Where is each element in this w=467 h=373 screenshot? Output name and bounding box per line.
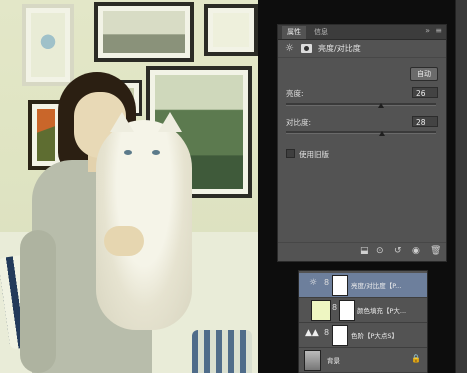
sun-icon[interactable]: ☼ — [285, 43, 294, 54]
layer-mask-thumbnail[interactable] — [332, 325, 348, 346]
white-cat — [96, 112, 192, 330]
legacy-checkbox-label: 使用旧版 — [299, 150, 329, 159]
properties-panel: 属性 信息 » ≡ ☼ 亮度/对比度 自动 亮度: 26 对比度: 28 使用旧… — [277, 24, 447, 262]
blue-pillow — [192, 330, 252, 373]
trash-icon[interactable]: 🗑 — [430, 246, 441, 256]
contrast-slider-thumb[interactable] — [379, 131, 385, 136]
levels-icon: ▲▲ — [305, 328, 319, 338]
panel-footer: ⬓ ⊙ ↺ ◉ 🗑 — [278, 242, 446, 261]
canvas-photo — [0, 0, 258, 373]
brightness-slider[interactable] — [286, 103, 436, 106]
sun-icon: ☼ — [309, 278, 318, 288]
double-chevron-icon[interactable]: » — [425, 26, 430, 35]
brightness-label: 亮度: — [286, 89, 304, 98]
visibility-eye-icon[interactable]: ◉ — [412, 246, 420, 256]
brightness-slider-thumb[interactable] — [377, 103, 384, 108]
contrast-slider[interactable] — [286, 131, 436, 134]
auto-button[interactable]: 自动 — [410, 67, 438, 81]
layer-name: 色阶【P大点S】 — [351, 332, 399, 340]
panel-tabs: 属性 信息 » ≡ — [278, 25, 446, 40]
legacy-checkbox[interactable] — [286, 149, 295, 158]
layer-row[interactable]: 8 颜色填充【P大... — [299, 298, 427, 323]
adjustment-header: ☼ 亮度/对比度 — [278, 40, 446, 58]
layer-mask-thumbnail[interactable] — [339, 300, 355, 321]
tab-info[interactable]: 信息 — [309, 26, 333, 39]
mask-icon[interactable] — [301, 44, 312, 53]
layer-row[interactable]: 背景 🔒 — [299, 348, 427, 373]
lock-icon: 🔒 — [411, 354, 421, 363]
layers-panel: ☼ 8 亮度/对比度【P... 8 颜色填充【P大... ▲▲ 8 色阶【P大点… — [298, 270, 428, 373]
layer-name: 背景 — [327, 357, 340, 365]
wall-frame — [204, 4, 258, 56]
tab-properties[interactable]: 属性 — [282, 26, 306, 39]
view-previous-icon[interactable]: ⊙ — [376, 246, 384, 256]
background-thumbnail[interactable] — [304, 350, 321, 371]
adjustment-title: 亮度/对比度 — [318, 44, 361, 53]
fill-color-swatch[interactable] — [311, 300, 331, 321]
contrast-input[interactable]: 28 — [412, 116, 438, 127]
layer-row[interactable]: ☼ 8 亮度/对比度【P... — [299, 273, 427, 298]
wall-frame — [22, 4, 74, 86]
layer-name: 亮度/对比度【P... — [351, 282, 402, 290]
hand — [104, 226, 144, 256]
reset-icon[interactable]: ↺ — [394, 246, 402, 256]
layer-name: 颜色填充【P大... — [357, 307, 407, 315]
layer-mask-thumbnail[interactable] — [332, 275, 348, 296]
menu-icon[interactable]: ≡ — [435, 26, 442, 35]
layer-row[interactable]: ▲▲ 8 色阶【P大点S】 — [299, 323, 427, 348]
wall-frame — [94, 2, 194, 62]
link-icon[interactable]: 8 — [324, 328, 329, 337]
link-icon[interactable]: 8 — [332, 303, 337, 312]
clip-to-layer-icon[interactable]: ⬓ — [360, 246, 369, 256]
link-icon[interactable]: 8 — [324, 278, 329, 287]
contrast-label: 对比度: — [286, 118, 312, 127]
right-scrollbar[interactable] — [455, 0, 467, 373]
brightness-input[interactable]: 26 — [412, 87, 438, 98]
